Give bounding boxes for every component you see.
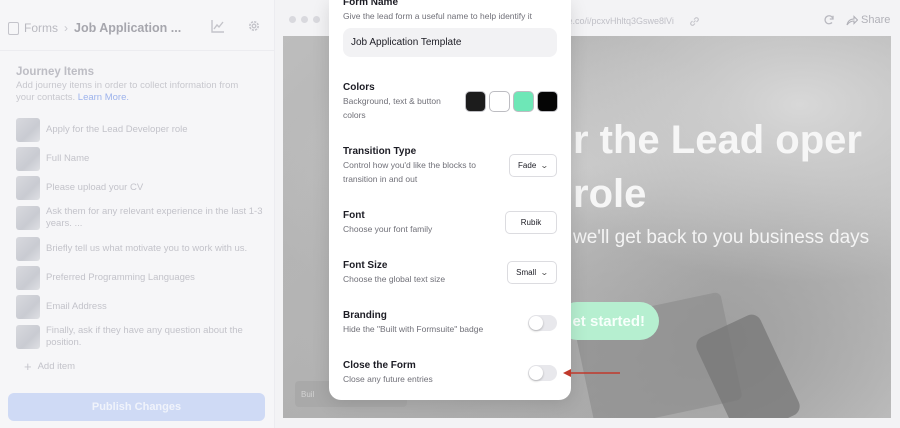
breadcrumb-current: Job Application ... (74, 21, 182, 35)
close-form-label: Close the Form (343, 360, 416, 371)
close-form-description: Close any future entries (343, 374, 433, 384)
add-item-button[interactable]: + Add item (24, 359, 75, 374)
url-field[interactable]: ite.co/i/pcxvHhltq3Gswe8lVi (563, 12, 699, 30)
toggle-knob (529, 366, 543, 380)
font-size-section: Font Size Choose the global text size (343, 260, 493, 286)
toggle-knob (529, 316, 543, 330)
get-started-button[interactable]: et started! (558, 302, 659, 340)
analytics-chart-icon[interactable] (210, 18, 226, 34)
branding-section: Branding Hide the "Built with Formsuite"… (343, 310, 523, 336)
journey-item[interactable]: Full Name (16, 144, 266, 173)
button-color-swatch[interactable] (513, 91, 534, 112)
form-name-section: Form Name Give the lead form a useful na… (343, 0, 557, 23)
journey-items-description: Add journey items in order to collect in… (16, 80, 256, 104)
font-size-select[interactable]: Small ⌄ (507, 261, 557, 284)
journey-item-label: Finally, ask if they have any question a… (46, 325, 243, 348)
journey-item[interactable]: Apply for the Lead Developer role (16, 115, 266, 144)
journey-items-title: Journey Items (16, 66, 94, 78)
branding-description: Hide the "Built with Formsuite" badge (343, 324, 484, 334)
breadcrumb-separator: › (64, 21, 68, 35)
transition-type-description: Control how you'd like the blocks to tra… (343, 160, 476, 184)
journey-item[interactable]: Preferred Programming Languages (16, 263, 266, 292)
font-family-value: Rubik (520, 218, 542, 227)
share-button[interactable]: Share (846, 14, 890, 26)
transition-type-label: Transition Type (343, 146, 417, 157)
hero-title: r the Lead oper role (573, 118, 862, 216)
chevron-down-icon: ⌄ (540, 161, 549, 170)
colors-section: Colors Background, text & button colors (343, 82, 463, 122)
journey-item-label: Email Address (46, 300, 107, 312)
font-section: Font Choose your font family (343, 210, 493, 236)
close-form-section: Close the Form Close any future entries (343, 360, 523, 386)
journey-item[interactable]: Please upload your CV (16, 173, 266, 202)
journey-item[interactable]: Ask them for any relevant experience in … (16, 202, 266, 234)
font-size-value: Small (516, 268, 537, 277)
share-label: Share (861, 14, 891, 26)
item-thumbnail (16, 265, 40, 290)
color-swatches (465, 91, 558, 112)
form-name-input[interactable] (343, 28, 557, 57)
window-dot (289, 16, 296, 23)
document-icon (8, 21, 19, 35)
journey-item-label: Preferred Programming Languages (46, 271, 195, 283)
publish-changes-button[interactable]: Publish Changes (8, 393, 265, 421)
transition-type-select[interactable]: Fade ⌄ (509, 154, 557, 177)
header-tools (210, 18, 262, 34)
link-icon[interactable] (685, 12, 703, 30)
item-thumbnail (16, 117, 40, 142)
add-item-label: Add item (37, 361, 76, 372)
share-icon (846, 14, 858, 25)
font-family-input[interactable]: Rubik (505, 211, 557, 234)
journey-items-list: Apply for the Lead Developer role Full N… (16, 115, 266, 353)
window-dot (301, 16, 308, 23)
font-size-description: Choose the global text size (343, 274, 446, 284)
journey-sidebar: Forms › Job Application ... Journey Item… (0, 0, 275, 428)
refresh-icon[interactable] (823, 14, 835, 29)
colors-description: Background, text & button colors (343, 96, 441, 120)
font-size-label: Font Size (343, 260, 388, 271)
gear-icon[interactable] (246, 18, 262, 34)
window-controls (289, 16, 320, 23)
branding-label: Branding (343, 310, 387, 321)
text-color-swatch[interactable] (489, 91, 510, 112)
item-thumbnail (16, 236, 40, 261)
form-name-label: Form Name (343, 0, 399, 8)
journey-item-label: Briefly tell us what motivate you to wor… (46, 242, 248, 254)
breadcrumb-forms-link[interactable]: Forms (24, 21, 58, 35)
journey-item-label: Ask them for any relevant experience in … (46, 206, 263, 229)
background-color-swatch[interactable] (465, 91, 486, 112)
transition-type-value: Fade (518, 161, 537, 170)
journey-item-label: Apply for the Lead Developer role (46, 123, 188, 135)
journey-item[interactable]: Finally, ask if they have any question a… (16, 321, 266, 353)
colors-label: Colors (343, 82, 375, 93)
chevron-down-icon: ⌄ (540, 268, 549, 277)
learn-more-link[interactable]: Learn More. (78, 92, 129, 103)
annotation-arrow-icon (563, 369, 620, 377)
sidebar-divider (0, 50, 274, 51)
journey-item[interactable]: Briefly tell us what motivate you to wor… (16, 234, 266, 263)
breadcrumb: Forms › Job Application ... (8, 18, 181, 38)
item-thumbnail (16, 175, 40, 200)
item-thumbnail (16, 294, 40, 319)
journey-item-label: Full Name (46, 152, 90, 164)
button-text-color-swatch[interactable] (537, 91, 558, 112)
form-name-description: Give the lead form a useful name to help… (343, 11, 532, 21)
transition-section: Transition Type Control how you'd like t… (343, 146, 493, 186)
branding-toggle[interactable] (528, 315, 557, 331)
window-dot (313, 16, 320, 23)
font-label: Font (343, 210, 365, 221)
font-description: Choose your font family (343, 224, 433, 234)
item-thumbnail (16, 325, 40, 349)
item-thumbnail (16, 206, 40, 230)
plus-icon: + (24, 359, 32, 374)
form-settings-panel: Form Name Give the lead form a useful na… (329, 0, 571, 400)
journey-item-label: Please upload your CV (46, 181, 144, 193)
close-form-toggle[interactable] (528, 365, 557, 381)
item-thumbnail (16, 146, 40, 171)
journey-item[interactable]: Email Address (16, 292, 266, 321)
hero-subtitle: we'll get back to you business days (573, 227, 870, 248)
